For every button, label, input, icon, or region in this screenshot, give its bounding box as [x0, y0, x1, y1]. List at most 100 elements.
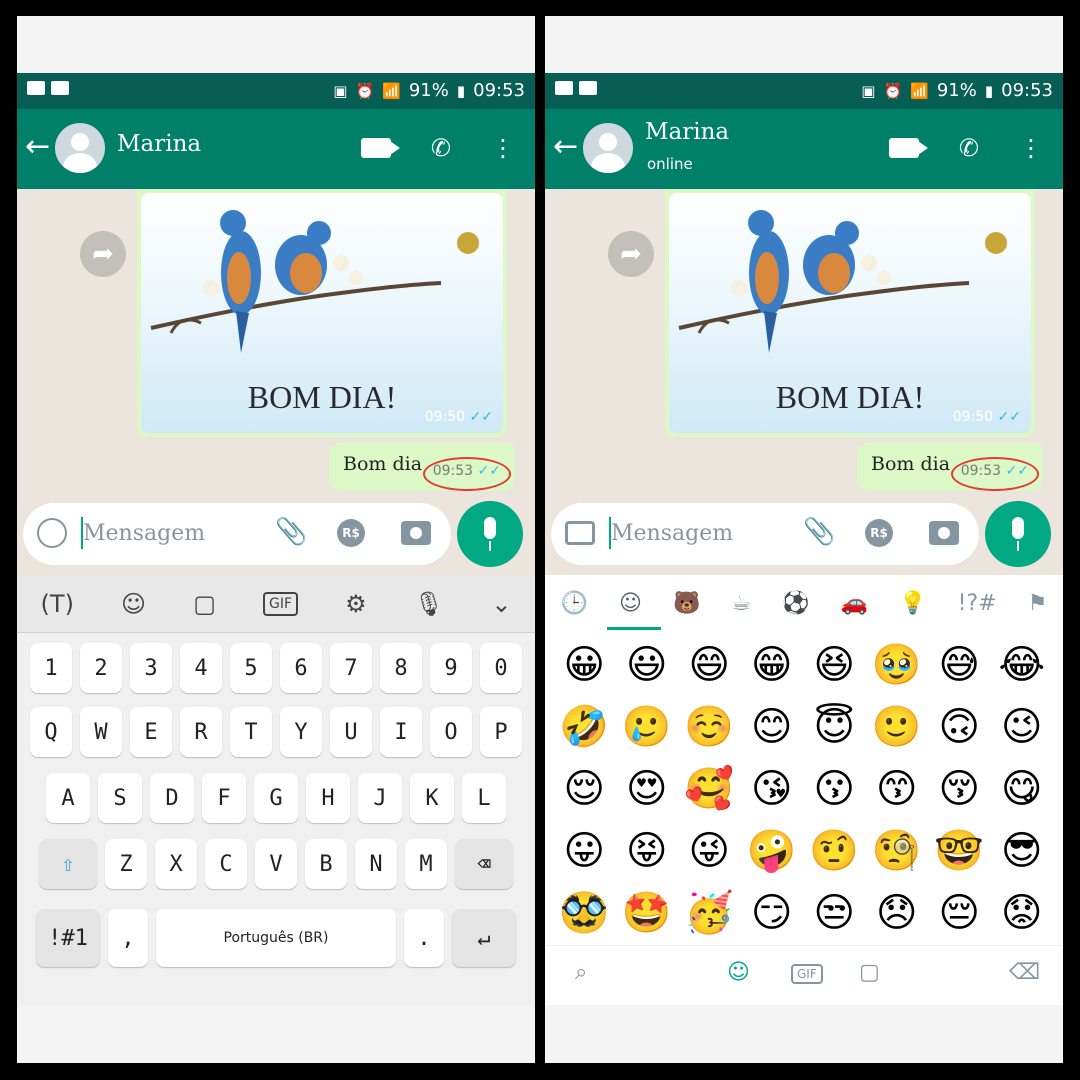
key-x[interactable]: X: [155, 839, 197, 889]
payment-icon[interactable]: R$: [337, 519, 365, 547]
image-message[interactable]: BOM DIA! 09:50 ✓✓: [665, 189, 1035, 437]
emoji-item[interactable]: 😘: [741, 765, 804, 813]
back-arrow-icon[interactable]: ←: [553, 127, 578, 167]
key-u[interactable]: U: [330, 707, 372, 757]
emoji-item[interactable]: 🥹: [866, 641, 929, 689]
key-m[interactable]: M: [405, 839, 447, 889]
emoji-item[interactable]: 😌: [553, 765, 616, 813]
voice-input-icon[interactable]: 🎙: [414, 590, 444, 618]
key-c[interactable]: C: [205, 839, 247, 889]
video-call-icon[interactable]: [360, 138, 400, 158]
key-f[interactable]: F: [202, 773, 246, 823]
emoji-category-7[interactable]: !?#: [958, 591, 997, 616]
enter-key[interactable]: ↵: [452, 909, 516, 967]
emoji-category-4[interactable]: ⚽: [782, 591, 809, 616]
key-2[interactable]: 2: [80, 643, 122, 693]
emoji-category-5[interactable]: 🚗: [841, 591, 868, 616]
attach-icon[interactable]: 📎: [275, 517, 307, 547]
emoji-item[interactable]: 😒: [803, 889, 866, 937]
gif-tab-icon[interactable]: GIF: [791, 964, 823, 984]
emoji-item[interactable]: 😂: [991, 641, 1054, 689]
emoji-item[interactable]: 😀: [553, 641, 616, 689]
key-z[interactable]: Z: [105, 839, 147, 889]
key-g[interactable]: G: [254, 773, 298, 823]
key-y[interactable]: Y: [280, 707, 322, 757]
video-call-icon[interactable]: [888, 138, 928, 158]
emoji-item[interactable]: 😙: [866, 765, 929, 813]
emoji-item[interactable]: 😆: [803, 641, 866, 689]
emoji-item[interactable]: 😅: [928, 641, 991, 689]
key-o[interactable]: O: [430, 707, 472, 757]
back-arrow-icon[interactable]: ←: [25, 127, 50, 167]
more-options-icon[interactable]: ⋮: [1019, 133, 1043, 163]
emoji-item[interactable]: 😝: [616, 827, 679, 875]
key-s[interactable]: S: [98, 773, 142, 823]
emoji-category-8[interactable]: ⚑: [1028, 591, 1048, 616]
emoji-item[interactable]: 😍: [616, 765, 679, 813]
emoji-item[interactable]: 😜: [678, 827, 741, 875]
text-style-icon[interactable]: (T): [41, 590, 74, 618]
emoji-item[interactable]: 🥳: [678, 889, 741, 937]
key-j[interactable]: J: [358, 773, 402, 823]
emoji-category-2[interactable]: 🐻: [673, 591, 700, 616]
emoji-item[interactable]: 😟: [991, 889, 1054, 937]
emoji-icon[interactable]: [37, 518, 67, 548]
emoji-category-6[interactable]: 💡: [899, 591, 926, 616]
message-input-bar[interactable]: Mensagem 📎 R$: [551, 503, 979, 565]
emoji-item[interactable]: 🥲: [616, 703, 679, 751]
camera-icon[interactable]: [401, 521, 431, 545]
period-key[interactable]: .: [404, 909, 444, 967]
search-icon[interactable]: ⌕: [575, 960, 587, 985]
key-h[interactable]: H: [306, 773, 350, 823]
image-message[interactable]: BOM DIA! 09:50 ✓✓: [137, 189, 507, 437]
key-i[interactable]: I: [380, 707, 422, 757]
emoji-item[interactable]: 🤩: [616, 889, 679, 937]
key-q[interactable]: Q: [30, 707, 72, 757]
message-input[interactable]: Mensagem: [611, 521, 733, 546]
forward-icon[interactable]: ➦: [608, 231, 654, 277]
emoji-item[interactable]: 🙂: [866, 703, 929, 751]
key-t[interactable]: T: [230, 707, 272, 757]
emoji-tab-icon[interactable]: ☺: [121, 590, 146, 618]
key-4[interactable]: 4: [180, 643, 222, 693]
backspace-icon[interactable]: ⌫: [1009, 960, 1040, 985]
key-e[interactable]: E: [130, 707, 172, 757]
emoji-item[interactable]: 🙃: [928, 703, 991, 751]
collapse-icon[interactable]: ⌄: [491, 590, 511, 618]
emoji-item[interactable]: 😉: [991, 703, 1054, 751]
emoji-item[interactable]: 😚: [928, 765, 991, 813]
settings-icon[interactable]: ⚙: [345, 590, 367, 618]
symbols-key[interactable]: !#1: [36, 909, 100, 967]
emoji-item[interactable]: ☺️: [678, 703, 741, 751]
emoji-item[interactable]: 😁: [741, 641, 804, 689]
key-5[interactable]: 5: [230, 643, 272, 693]
text-message[interactable]: Bom dia 09:53 ✓✓: [857, 443, 1043, 491]
mic-button[interactable]: [457, 501, 523, 567]
key-p[interactable]: P: [480, 707, 522, 757]
emoji-item[interactable]: 😏: [741, 889, 804, 937]
key-r[interactable]: R: [180, 707, 222, 757]
emoji-item[interactable]: 😗: [803, 765, 866, 813]
emoji-item[interactable]: 🥰: [678, 765, 741, 813]
key-9[interactable]: 9: [430, 643, 472, 693]
emoji-item[interactable]: 🤣: [553, 703, 616, 751]
camera-icon[interactable]: [929, 521, 959, 545]
emoji-item[interactable]: 😔: [928, 889, 991, 937]
key-v[interactable]: V: [255, 839, 297, 889]
backspace-key[interactable]: ⌫: [455, 839, 513, 889]
emoji-item[interactable]: 🥸: [553, 889, 616, 937]
emoji-category-0[interactable]: 🕒: [561, 591, 588, 616]
emoji-item[interactable]: 😇: [803, 703, 866, 751]
key-8[interactable]: 8: [380, 643, 422, 693]
voice-call-icon[interactable]: ✆: [959, 133, 979, 163]
key-n[interactable]: N: [355, 839, 397, 889]
contact-name[interactable]: Marina: [645, 119, 729, 145]
contact-name[interactable]: Marina: [117, 131, 201, 157]
emoji-item[interactable]: 😃: [616, 641, 679, 689]
key-7[interactable]: 7: [330, 643, 372, 693]
shift-key[interactable]: ⇧: [39, 839, 97, 889]
emoji-item[interactable]: 🧐: [866, 827, 929, 875]
text-message[interactable]: Bom dia 09:53 ✓✓: [329, 443, 515, 491]
emoji-category-1[interactable]: ☺: [619, 591, 642, 616]
avatar[interactable]: [583, 123, 633, 173]
